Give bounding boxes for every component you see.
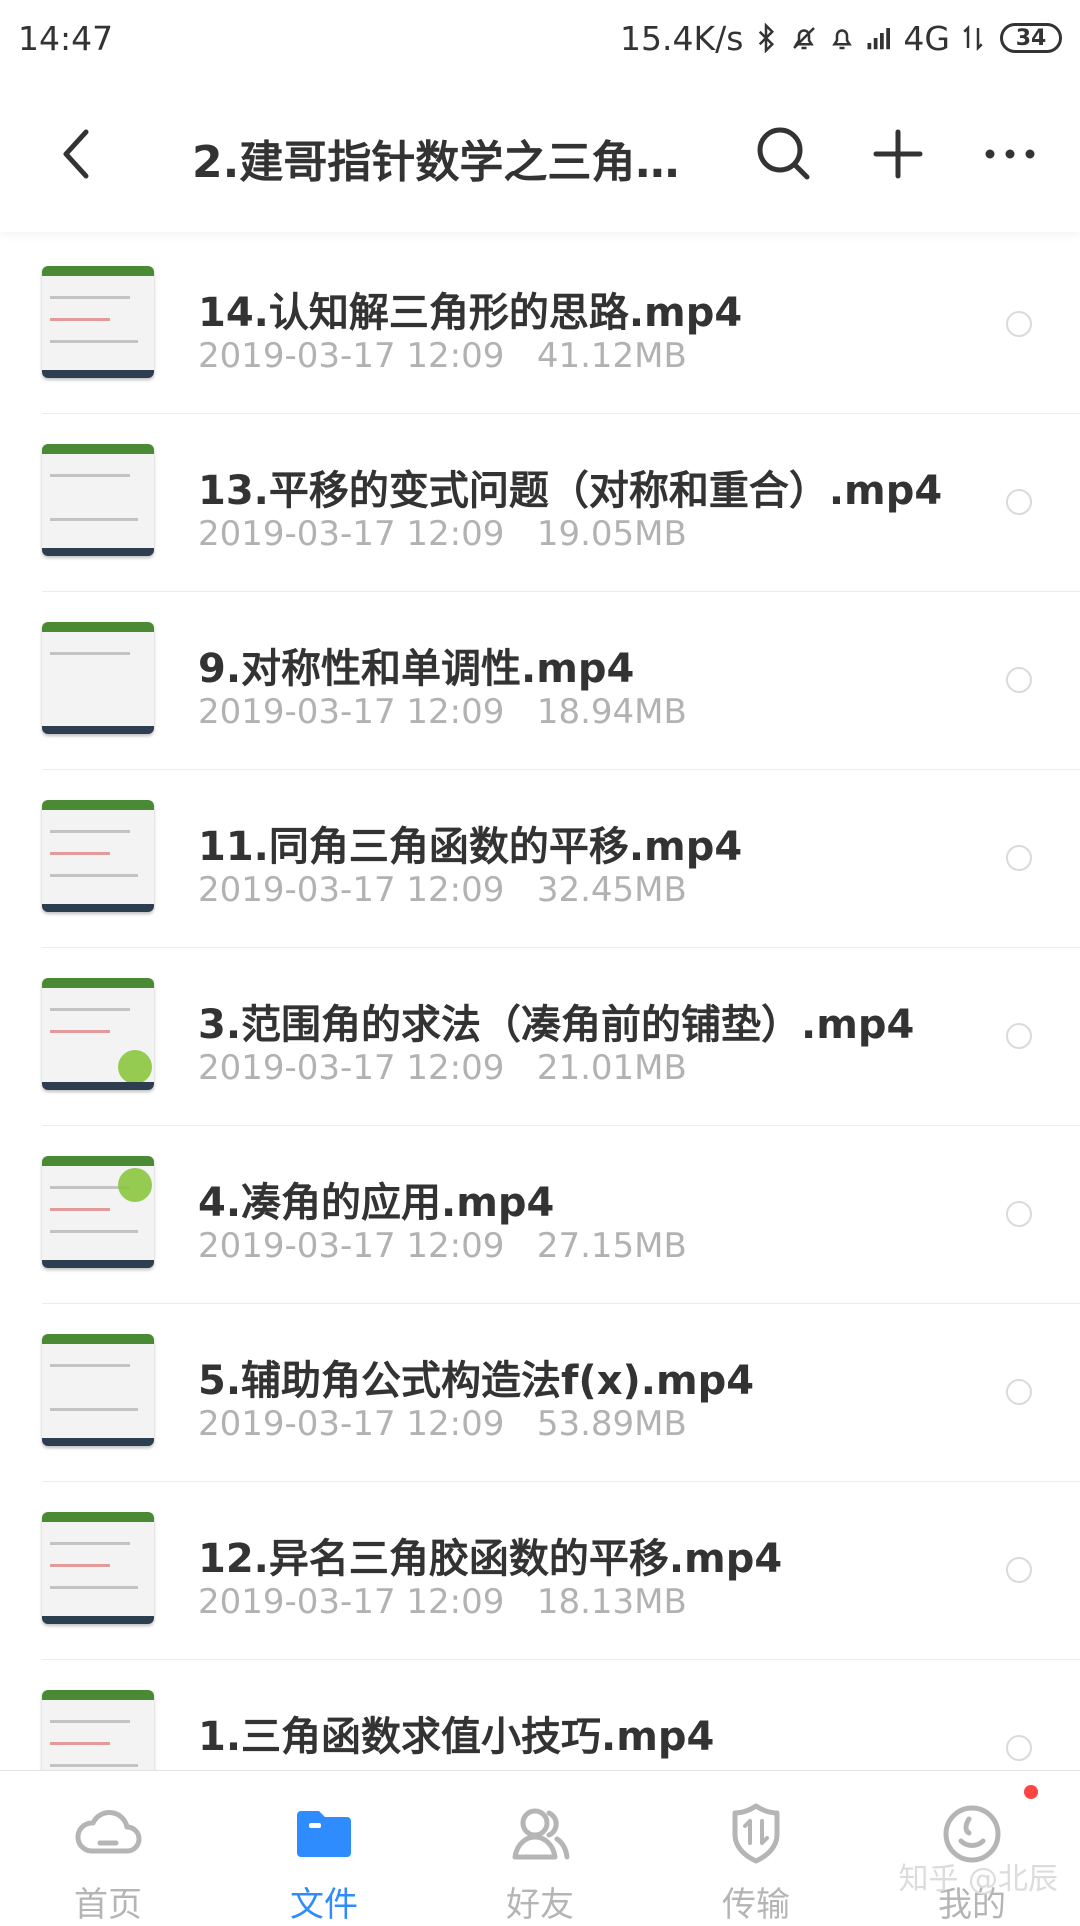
file-name: 5.辅助角公式构造法f(x).mp4 xyxy=(198,1358,755,1404)
file-row[interactable]: 3.范围角的求法（凑角前的铺垫）.mp4 2019-03-17 12:09 21… xyxy=(0,948,1080,1126)
app-header: 2.建哥指针数学之三角… xyxy=(0,76,1080,232)
file-date: 2019-03-17 12:09 xyxy=(198,692,505,732)
file-meta: 2019-03-17 12:09 21.01MB xyxy=(198,1048,687,1088)
plus-icon[interactable] xyxy=(866,122,930,186)
file-meta: 2019-03-17 12:09 27.15MB xyxy=(198,1226,687,1266)
file-meta: 2019-03-17 12:09 32.45MB xyxy=(198,870,687,910)
file-name: 3.范围角的求法（凑角前的铺垫）.mp4 xyxy=(198,1002,915,1048)
select-radio[interactable] xyxy=(1006,845,1032,871)
file-row[interactable]: 14.认知解三角形的思路.mp4 2019-03-17 12:09 41.12M… xyxy=(0,236,1080,414)
video-thumbnail xyxy=(42,1512,154,1624)
file-meta: 2019-03-17 12:09 41.12MB xyxy=(198,336,687,376)
data-arrows-icon xyxy=(963,24,983,52)
tab-friends[interactable]: 好友 xyxy=(432,1771,648,1925)
file-date: 2019-03-17 12:09 xyxy=(198,1582,505,1622)
file-row[interactable]: 4.凑角的应用.mp4 2019-03-17 12:09 27.15MB xyxy=(0,1126,1080,1304)
tab-label: 好友 xyxy=(506,1885,574,1925)
file-meta: 2019-03-17 12:09 19.05MB xyxy=(198,514,687,554)
file-meta: 2019-03-17 12:09 18.13MB xyxy=(198,1582,687,1622)
file-date: 2019-03-17 12:09 xyxy=(198,1048,505,1088)
file-row[interactable]: 13.平移的变式问题（对称和重合）.mp4 2019-03-17 12:09 1… xyxy=(0,414,1080,592)
file-date: 2019-03-17 12:09 xyxy=(198,336,505,376)
file-row[interactable]: 11.同角三角函数的平移.mp4 2019-03-17 12:09 32.45M… xyxy=(0,770,1080,948)
file-name: 11.同角三角函数的平移.mp4 xyxy=(198,824,743,870)
tab-transfer[interactable]: 传输 xyxy=(648,1771,864,1925)
video-thumbnail xyxy=(42,1334,154,1446)
bell-icon xyxy=(832,29,853,50)
mute-bell-icon xyxy=(793,27,816,50)
file-size: 19.05MB xyxy=(536,514,687,554)
watermark: 知乎 @北辰 xyxy=(898,1862,1058,1897)
file-name: 12.异名三角胶函数的平移.mp4 xyxy=(198,1536,783,1582)
video-thumbnail xyxy=(42,800,154,912)
file-size: 18.94MB xyxy=(536,692,687,732)
tab-label: 文件 xyxy=(290,1885,358,1925)
file-name: 9.对称性和单调性.mp4 xyxy=(198,646,635,692)
file-date: 2019-03-17 12:09 xyxy=(198,870,505,910)
status-bar: 14:47 15.4K/s 4G 34 xyxy=(0,0,1080,76)
more-icon[interactable] xyxy=(978,122,1042,186)
file-size: 18.13MB xyxy=(536,1582,687,1622)
file-date: 2019-03-17 12:09 xyxy=(198,1226,505,1266)
file-size: 27.15MB xyxy=(536,1226,687,1266)
tab-label: 首页 xyxy=(74,1885,142,1925)
search-icon[interactable] xyxy=(752,122,816,186)
file-size: 21.01MB xyxy=(536,1048,687,1088)
select-radio[interactable] xyxy=(1006,311,1032,337)
file-row[interactable]: 5.辅助角公式构造法f(x).mp4 2019-03-17 12:09 53.8… xyxy=(0,1304,1080,1482)
bottom-nav: 首页 文件 好友 传输 我的 xyxy=(0,1770,1080,1925)
select-radio[interactable] xyxy=(1006,1557,1032,1583)
file-size: 41.12MB xyxy=(536,336,687,376)
select-radio[interactable] xyxy=(1006,1379,1032,1405)
file-row[interactable]: 12.异名三角胶函数的平移.mp4 2019-03-17 12:09 18.13… xyxy=(0,1482,1080,1660)
cloud-home-icon xyxy=(75,1810,142,1854)
friends-icon xyxy=(512,1808,570,1860)
file-row[interactable]: 9.对称性和单调性.mp4 2019-03-17 12:09 18.94MB xyxy=(0,592,1080,770)
file-list: 14.认知解三角形的思路.mp4 2019-03-17 12:09 41.12M… xyxy=(0,236,1080,1838)
status-icons: 15.4K/s 4G 34 xyxy=(620,19,1062,58)
tab-profile[interactable]: 我的 xyxy=(864,1771,1080,1925)
file-size: 32.45MB xyxy=(536,870,687,910)
select-radio[interactable] xyxy=(1006,1735,1032,1761)
page-title: 2.建哥指针数学之三角… xyxy=(192,137,680,182)
tab-home[interactable]: 首页 xyxy=(0,1771,216,1925)
video-thumbnail xyxy=(42,622,154,734)
file-name: 14.认知解三角形的思路.mp4 xyxy=(198,290,743,336)
file-meta: 2019-03-17 12:09 18.94MB xyxy=(198,692,687,732)
battery-indicator: 34 xyxy=(1000,23,1062,53)
transfer-shield-icon xyxy=(732,1803,780,1864)
folder-icon xyxy=(297,1811,351,1857)
file-name: 4.凑角的应用.mp4 xyxy=(198,1180,555,1226)
tab-files[interactable]: 文件 xyxy=(216,1771,432,1925)
tab-label: 传输 xyxy=(722,1885,790,1925)
video-thumbnail xyxy=(42,1156,154,1268)
network-speed: 15.4K/s xyxy=(619,18,744,58)
file-name: 1.三角函数求值小技巧.mp4 xyxy=(198,1714,715,1760)
file-meta: 2019-03-17 12:09 53.89MB xyxy=(198,1404,687,1444)
network-type: 4G xyxy=(903,18,950,58)
select-radio[interactable] xyxy=(1006,1201,1032,1227)
select-radio[interactable] xyxy=(1006,1023,1032,1049)
file-name: 13.平移的变式问题（对称和重合）.mp4 xyxy=(198,468,943,514)
file-size: 53.89MB xyxy=(536,1404,687,1444)
bluetooth-icon xyxy=(759,23,775,53)
video-thumbnail xyxy=(42,266,154,378)
file-date: 2019-03-17 12:09 xyxy=(198,514,505,554)
video-thumbnail xyxy=(42,444,154,556)
select-radio[interactable] xyxy=(1006,667,1032,693)
file-date: 2019-03-17 12:09 xyxy=(198,1404,505,1444)
status-time: 14:47 xyxy=(18,18,114,58)
notification-badge xyxy=(1024,1785,1038,1799)
signal-icon xyxy=(867,28,891,50)
back-icon[interactable] xyxy=(48,124,108,184)
video-thumbnail xyxy=(42,978,154,1090)
select-radio[interactable] xyxy=(1006,489,1032,515)
